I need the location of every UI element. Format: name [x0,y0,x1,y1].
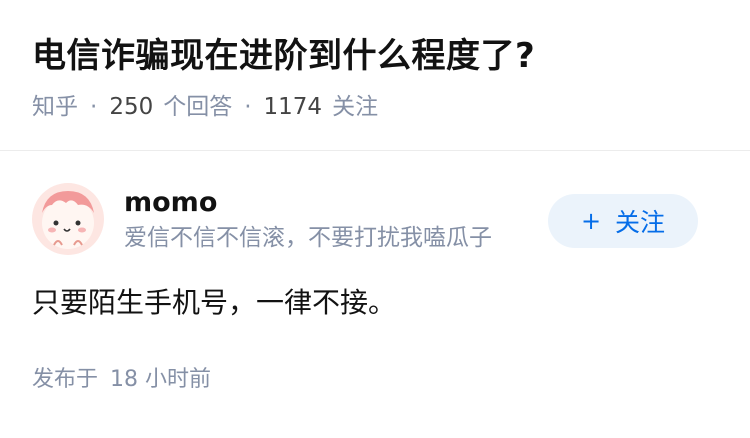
follow-button-label: 关注 [615,208,666,237]
answer-count-label: 个回答 [163,94,233,120]
question-title[interactable]: 电信诈骗现在进阶到什么程度了? [32,30,718,82]
answer-card: momo 爱信不信不信滚，不要打扰我嗑瓜子 + 关注 只要陌生手机号，一律不接。… [0,151,750,397]
publish-info: 发布于 18 小时前 [32,363,718,397]
answer-content[interactable]: 只要陌生手机号，一律不接。 [32,281,718,325]
published-time: 18 小时前 [110,367,212,392]
plus-icon: + [580,207,602,235]
question-meta: 知乎 · 250 个回答 · 1174 关注 [32,90,718,124]
meta-separator-2: · [244,94,252,120]
answer-count: 250 [109,94,154,120]
author-name[interactable]: momo [124,185,544,221]
follow-count-label: 关注 [332,94,379,120]
source-label[interactable]: 知乎 [32,90,78,124]
follow-button[interactable]: + 关注 [548,194,698,248]
author-info: momo 爱信不信不信滚，不要打扰我嗑瓜子 [124,183,544,255]
meta-separator: · [90,94,98,120]
question-header: 电信诈骗现在进阶到什么程度了? 知乎 · 250 个回答 · 1174 关注 [0,0,750,120]
author-bio: 爱信不信不信滚，不要打扰我嗑瓜子 [124,225,492,251]
avatar-image [32,183,104,255]
published-prefix: 发布于 [32,367,99,392]
avatar[interactable] [32,183,104,255]
follow-count: 1174 [263,94,323,120]
